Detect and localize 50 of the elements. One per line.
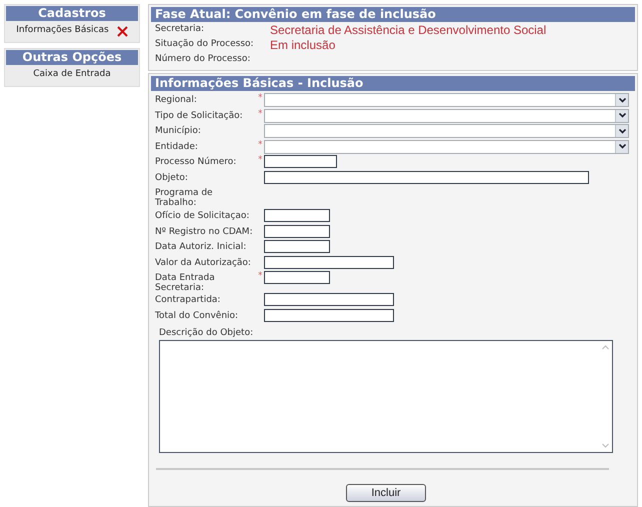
field-label: Ofício de Solicitaçao: xyxy=(155,210,250,221)
field-label: Secretaria: xyxy=(155,22,206,36)
field-label: Valor da Autorização: xyxy=(155,256,252,268)
field-label: Processo Número: xyxy=(155,156,238,167)
select-field[interactable] xyxy=(264,108,629,122)
panel-header: Informações Básicas - Inclusão xyxy=(151,76,635,91)
sidebar-link[interactable]: Caixa de Entrada xyxy=(33,68,111,82)
field-label: Tipo de Solicitação: xyxy=(155,110,244,120)
field-label: Total do Convênio: xyxy=(155,310,240,320)
field-label: Número do Processo: xyxy=(155,52,252,66)
field-label: Programa de Trabalho: xyxy=(155,187,214,208)
field-label: Data Autoriz. Inicial: xyxy=(155,241,248,252)
chevron-down-icon xyxy=(618,98,626,102)
close-icon[interactable] xyxy=(116,26,128,36)
chevron-down-icon xyxy=(618,128,626,134)
sidebar-link[interactable]: Informações Básicas xyxy=(16,24,109,38)
section-header: Outras Opções xyxy=(6,50,138,65)
required-mark: * xyxy=(258,93,264,103)
input-field[interactable] xyxy=(264,224,330,238)
chevron-down-icon xyxy=(618,144,626,149)
field-value: Em inclusão xyxy=(270,36,336,54)
field-label: Situação do Processo: xyxy=(155,38,255,51)
select-field[interactable] xyxy=(264,140,629,154)
field-label: Nº Registro no CDAM: xyxy=(155,226,254,236)
panel-header: Fase Atual: Convênio em fase de inclusão xyxy=(151,7,635,22)
input-field[interactable] xyxy=(264,256,394,268)
submit-button[interactable]: Incluir xyxy=(346,484,426,502)
chevron-down-icon xyxy=(618,113,626,118)
required-mark: * xyxy=(258,108,264,118)
select-field[interactable] xyxy=(264,124,629,138)
field-label: Contrapartida: xyxy=(155,294,222,305)
input-field[interactable] xyxy=(264,155,337,168)
input-field[interactable] xyxy=(264,240,330,253)
input-field[interactable] xyxy=(264,209,330,222)
field-label: Município: xyxy=(155,124,202,136)
field-value: Secretaria de Assistência e Desenvolvimento Social xyxy=(270,22,546,38)
field-label: Descrição do Objeto: xyxy=(158,327,254,339)
input-field[interactable] xyxy=(264,308,394,322)
field-label: Regional: xyxy=(155,94,198,105)
required-mark: * xyxy=(258,140,264,150)
field-label: Objeto: xyxy=(155,172,189,182)
section-header: Cadastros xyxy=(6,6,138,21)
field-label: Data Entrada Secretaria: xyxy=(155,272,216,293)
required-mark: * xyxy=(258,155,264,165)
field-label: Entidade: xyxy=(155,140,199,152)
input-field[interactable] xyxy=(264,271,330,284)
required-mark: * xyxy=(258,271,264,281)
select-field[interactable] xyxy=(264,93,629,107)
input-field[interactable] xyxy=(264,170,589,184)
input-field[interactable] xyxy=(264,293,394,306)
